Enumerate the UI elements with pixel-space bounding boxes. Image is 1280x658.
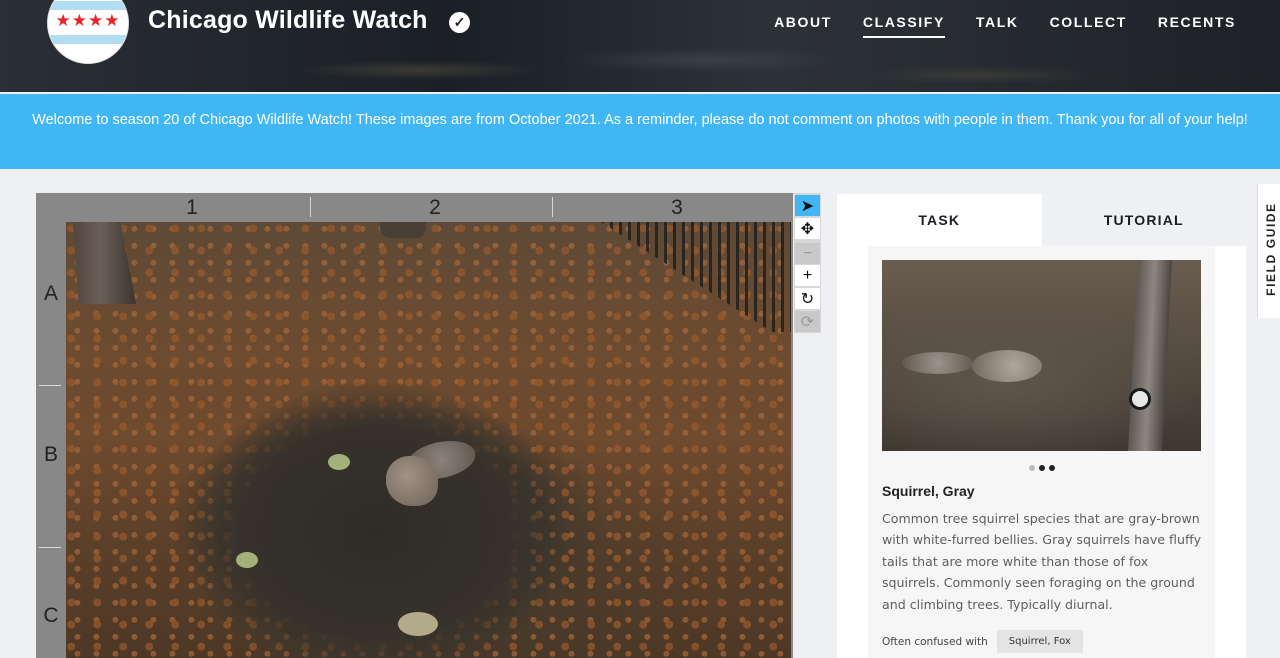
pointer-icon[interactable]: ➤	[795, 195, 820, 216]
panel-tabs: TASK TUTORIAL	[837, 194, 1246, 246]
task-panel: TASK TUTORIAL Squirrel, Gray Common tree…	[837, 194, 1246, 658]
chicago-flag-logo[interactable]: ★★★★	[47, 0, 129, 64]
row-divider	[39, 547, 61, 548]
plant-leaf	[236, 552, 258, 568]
field-guide-label: FIELD GUIDE	[1264, 202, 1278, 296]
project-title[interactable]: Chicago Wildlife Watch	[148, 6, 428, 35]
row-label: A	[43, 282, 58, 305]
subject-image[interactable]	[66, 222, 791, 658]
nav-about[interactable]: ABOUT	[774, 14, 832, 38]
plant-leaf	[328, 454, 350, 470]
site-header: ★★★★ Chicago Wildlife Watch ✓ ABOUT CLAS…	[0, 0, 1280, 92]
column-divider	[552, 197, 553, 217]
row-label: C	[43, 604, 59, 627]
species-name: Squirrel, Gray	[882, 483, 975, 499]
species-example-image[interactable]	[882, 260, 1201, 451]
column-divider	[310, 197, 311, 217]
confused-species-chip[interactable]: Squirrel, Fox	[996, 630, 1083, 653]
nav-talk[interactable]: TALK	[976, 14, 1019, 38]
row-divider	[39, 385, 61, 386]
carousel-dots	[868, 458, 1215, 476]
carousel-dot[interactable]	[1028, 465, 1035, 471]
reset-icon[interactable]: ⟳	[795, 311, 820, 332]
field-guide-tab[interactable]: FIELD GUIDE	[1257, 184, 1280, 318]
verified-icon: ✓	[449, 12, 470, 33]
main-nav: ABOUT CLASSIFY TALK COLLECT RECENTS	[743, 14, 1236, 38]
plant-leaf	[398, 612, 438, 636]
viewer-toolbar: ➤ ✥ − + ↻ ⟳	[794, 193, 821, 333]
tree-trunk	[380, 222, 426, 238]
carousel-dot[interactable]	[1038, 465, 1045, 471]
tab-tutorial[interactable]: TUTORIAL	[1041, 194, 1246, 246]
nav-collect[interactable]: COLLECT	[1050, 14, 1127, 38]
squirrel	[386, 456, 438, 506]
zoom-in-icon[interactable]: +	[795, 265, 820, 286]
tab-task[interactable]: TASK	[837, 194, 1042, 246]
camera-device	[1129, 388, 1151, 410]
carousel-dot[interactable]	[1048, 465, 1055, 471]
species-description: Common tree squirrel species that are gr…	[882, 511, 1202, 612]
squirrel	[902, 352, 974, 374]
nav-recents[interactable]: RECENTS	[1158, 14, 1236, 38]
column-label: 3	[671, 196, 683, 219]
nav-classify[interactable]: CLASSIFY	[862, 14, 945, 38]
announcement-banner: Welcome to season 20 of Chicago Wildlife…	[0, 94, 1280, 169]
confused-with-label: Often confused with	[882, 635, 988, 648]
tree-trunk	[1127, 260, 1173, 451]
rotate-icon[interactable]: ↻	[795, 288, 820, 309]
row-label: B	[43, 443, 58, 466]
move-icon[interactable]: ✥	[795, 218, 820, 239]
zoom-out-icon[interactable]: −	[795, 243, 820, 264]
squirrel	[972, 350, 1042, 382]
species-detail: Squirrel, Gray Common tree squirrel spec…	[868, 246, 1215, 658]
grid-column-labels: 1 2 3	[36, 193, 793, 222]
column-label: 1	[186, 196, 198, 219]
column-label: 2	[429, 196, 441, 219]
confused-with-row: Often confused with Squirrel, Fox	[882, 630, 1083, 653]
